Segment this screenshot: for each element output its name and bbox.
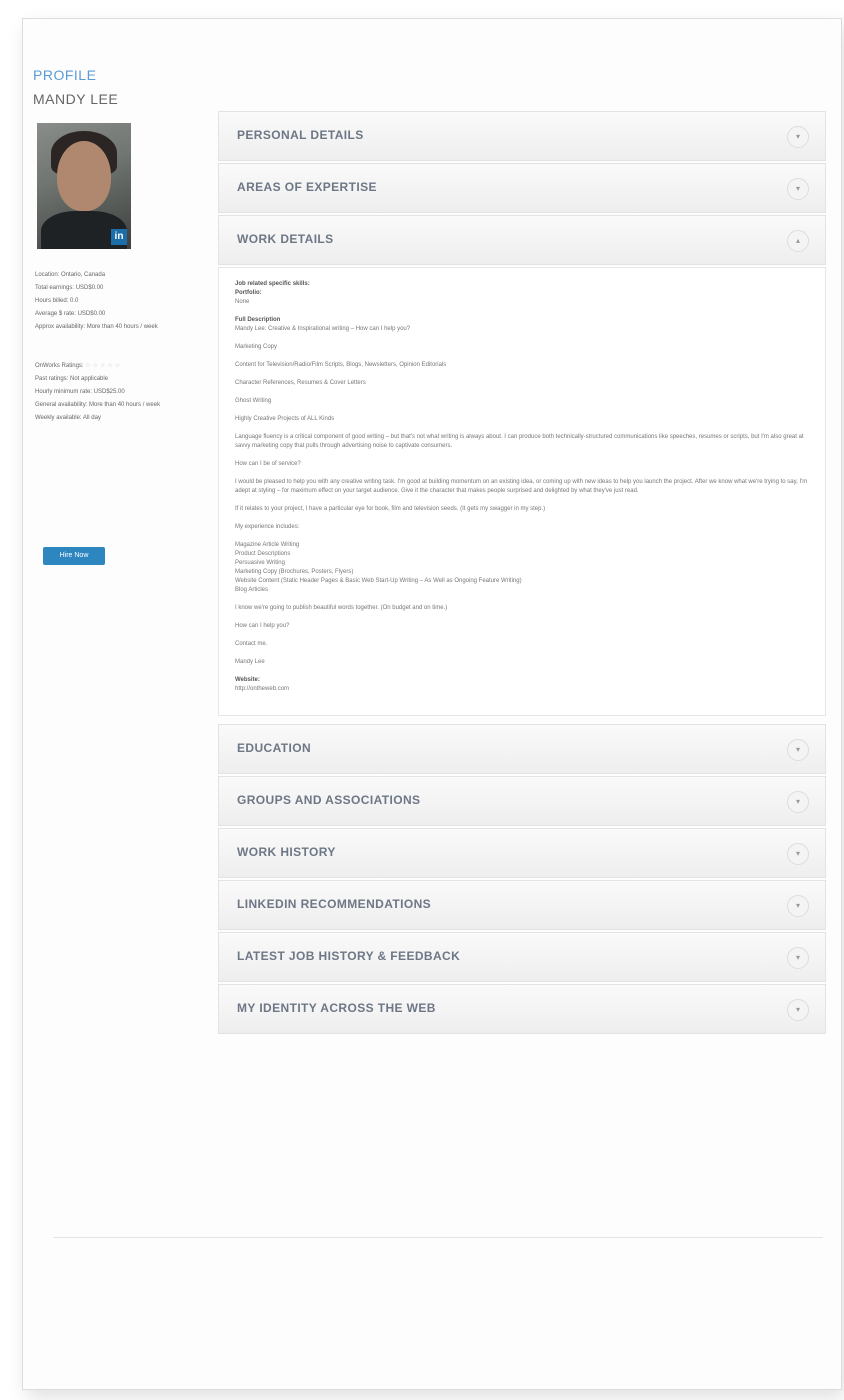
chevron-up-icon[interactable]: ▴ <box>787 230 809 252</box>
hours-billed: Hours billed: 0.0 <box>35 298 79 304</box>
accordion-work-details[interactable]: WORK DETAILS ▴ <box>218 215 826 265</box>
work-details-content: Job related specific skills: Portfolio: … <box>218 267 826 716</box>
chevron-down-icon[interactable]: ▾ <box>787 791 809 813</box>
description-line: Mandy Lee: Creative & Inspirational writ… <box>235 326 411 332</box>
chevron-down-icon[interactable]: ▾ <box>787 843 809 865</box>
portfolio-value: None <box>235 299 250 305</box>
description-line: Character References, Resumes & Cover Le… <box>235 380 366 386</box>
accordion-education[interactable]: EDUCATION ▾ <box>218 724 826 774</box>
past-ratings: Past ratings: Not applicable <box>35 376 109 382</box>
accordion-title: LATEST JOB HISTORY & FEEDBACK <box>237 949 461 963</box>
profile-page: PROFILE MANDY LEE in Location: Ontario, … <box>22 18 842 1390</box>
full-description-label: Full Description <box>235 317 281 323</box>
location: Location: Ontario, Canada <box>35 272 106 278</box>
chevron-down-icon[interactable]: ▾ <box>787 895 809 917</box>
accordion-latest-job-history[interactable]: LATEST JOB HISTORY & FEEDBACK ▾ <box>218 932 826 982</box>
accordion-areas-of-expertise[interactable]: AREAS OF EXPERTISE ▾ <box>218 163 826 213</box>
avatar[interactable]: in <box>37 123 131 249</box>
description-line: Contact me. <box>235 641 268 647</box>
website-label: Website: <box>235 677 260 683</box>
accordion-personal-details[interactable]: PERSONAL DETAILS ▾ <box>218 111 826 161</box>
chevron-down-icon[interactable]: ▾ <box>787 999 809 1021</box>
total-earnings: Total earnings: USD$0.00 <box>35 285 104 291</box>
accordion-title: GROUPS AND ASSOCIATIONS <box>237 793 421 807</box>
profile-name: MANDY LEE <box>33 91 119 107</box>
description-line: Marketing Copy <box>235 344 278 350</box>
accordion-work-history[interactable]: WORK HISTORY ▾ <box>218 828 826 878</box>
hourly-rate: Hourly minimum rate: USD$25.00 <box>35 389 125 395</box>
avatar-face <box>57 141 111 211</box>
hire-button[interactable]: Hire Now <box>43 547 105 565</box>
description-line: Content for Television/Radio/Film Script… <box>235 362 447 368</box>
skills-label: Job related specific skills: <box>235 281 310 287</box>
weekly-available: Weekly available: All day <box>35 415 101 421</box>
average-rate: Average $ rate: USD$0.00 <box>35 311 106 317</box>
accordion-title: WORK DETAILS <box>237 232 334 246</box>
accordion-title: MY IDENTITY ACROSS THE WEB <box>237 1001 436 1015</box>
accordion-title: LINKEDIN RECOMMENDATIONS <box>237 897 432 911</box>
chevron-down-icon[interactable]: ▾ <box>787 739 809 761</box>
description-line: How can I help you? <box>235 623 290 629</box>
accordion-title: EDUCATION <box>237 741 312 755</box>
accordion-linkedin-recommendations[interactable]: LINKEDIN RECOMMENDATIONS ▾ <box>218 880 826 930</box>
description-line: How can I be of service? <box>235 461 301 467</box>
chevron-down-icon[interactable]: ▾ <box>787 947 809 969</box>
accordion-groups-and-associations[interactable]: GROUPS AND ASSOCIATIONS ▾ <box>218 776 826 826</box>
star-rating-icon: ☆☆☆☆☆ <box>85 363 123 369</box>
description-line: Ghost Writing <box>235 398 272 404</box>
description-line: Mandy Lee <box>235 659 265 665</box>
profile-summary: Location: Ontario, Canada Total earnings… <box>35 269 195 425</box>
portfolio-label: Portfolio: <box>235 290 262 296</box>
accordion-title: WORK HISTORY <box>237 845 336 859</box>
chevron-down-icon[interactable]: ▾ <box>787 178 809 200</box>
linkedin-icon[interactable]: in <box>111 229 127 245</box>
approx-availability: Approx availability: More than 40 hours … <box>35 324 158 330</box>
ratings-row: OnWorks Ratings: ☆☆☆☆☆ <box>35 360 195 373</box>
description-line: My experience includes: <box>235 524 300 530</box>
footer-divider <box>53 1237 823 1238</box>
description-line: Highly Creative Projects of ALL Kinds <box>235 416 335 422</box>
accordion-identity-across-web[interactable]: MY IDENTITY ACROSS THE WEB ▾ <box>218 984 826 1034</box>
page-section-label: PROFILE <box>33 67 97 83</box>
profile-sections: PERSONAL DETAILS ▾ AREAS OF EXPERTISE ▾ … <box>218 111 826 1036</box>
ratings-label: OnWorks Ratings: <box>35 363 84 369</box>
description-list: Magazine Article Writing Product Descrip… <box>235 542 522 593</box>
description-line: If it relates to your project, I have a … <box>235 506 546 512</box>
chevron-down-icon[interactable]: ▾ <box>787 126 809 148</box>
accordion-title: PERSONAL DETAILS <box>237 128 364 142</box>
description-line: Language fluency is a critical component… <box>235 434 804 449</box>
general-availability: General availability: More than 40 hours… <box>35 402 161 408</box>
description-line: I would be pleased to help you with any … <box>235 479 808 494</box>
accordion-title: AREAS OF EXPERTISE <box>237 180 377 194</box>
description-line: I know we're going to publish beautiful … <box>235 605 448 611</box>
website-link[interactable]: http://ontheweb.com <box>235 685 809 694</box>
